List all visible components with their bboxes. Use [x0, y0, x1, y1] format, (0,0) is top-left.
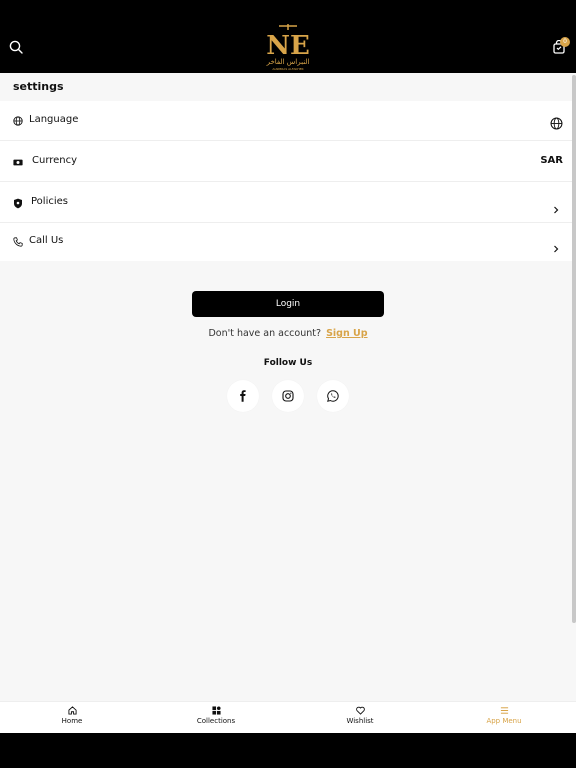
logo-arabic-text: النبراس الفاخر	[266, 58, 310, 66]
language-globe-icon	[550, 115, 563, 134]
nav-label: Collections	[196, 717, 236, 725]
settings-row-language[interactable]: Language	[0, 101, 576, 141]
svg-text:NE: NE	[266, 31, 310, 61]
search-button[interactable]	[8, 39, 24, 55]
chevron-right-icon	[552, 238, 560, 253]
home-icon	[67, 706, 77, 715]
nav-wishlist[interactable]: Wishlist	[320, 706, 400, 725]
signup-prompt: Don't have an account? Sign Up	[0, 328, 576, 339]
nav-collections[interactable]: Collections	[176, 706, 256, 725]
scrollbar[interactable]	[572, 75, 576, 623]
nav-label: App Menu	[486, 717, 522, 725]
logo-latin-text: ALNIBRAS ALFAKHER	[272, 67, 303, 71]
whatsapp-icon	[327, 390, 339, 402]
settings-row-label: Call Us	[29, 235, 64, 246]
cart-count-badge: 0	[560, 37, 570, 47]
settings-list: Language Currency SAR Policies Call Us	[0, 101, 576, 261]
money-icon	[13, 157, 23, 167]
search-icon	[9, 40, 23, 54]
no-account-text: Don't have an account?	[208, 328, 322, 339]
globe-icon	[13, 116, 23, 126]
settings-title: settings	[13, 80, 64, 93]
facebook-icon	[240, 390, 246, 402]
nav-label: Wishlist	[346, 717, 374, 725]
bottom-nav: Home Collections Wishlist App Menu	[0, 701, 576, 733]
chevron-right-icon	[552, 199, 560, 214]
brand-logo[interactable]: NE النبراس الفاخر ALNIBRAS ALFAKHER	[265, 22, 311, 72]
app-header: NE النبراس الفاخر ALNIBRAS ALFAKHER 0	[0, 0, 576, 73]
menu-icon	[500, 707, 508, 714]
settings-row-label: Language	[29, 114, 79, 125]
nav-app-menu[interactable]: App Menu	[464, 706, 544, 725]
follow-us-title: Follow Us	[263, 358, 313, 368]
signup-link[interactable]: Sign Up	[326, 328, 367, 339]
nav-label: Home	[61, 717, 83, 725]
shield-icon	[13, 198, 23, 208]
settings-row-currency[interactable]: Currency SAR	[0, 142, 576, 182]
login-button[interactable]: Login	[192, 291, 384, 317]
facebook-button[interactable]	[227, 380, 259, 412]
system-bar	[0, 733, 576, 768]
whatsapp-button[interactable]	[317, 380, 349, 412]
settings-row-label: Policies	[31, 196, 68, 207]
instagram-button[interactable]	[272, 380, 304, 412]
phone-icon	[13, 237, 23, 247]
currency-value: SAR	[540, 155, 563, 166]
settings-row-label: Currency	[32, 155, 78, 166]
settings-row-call-us[interactable]: Call Us	[0, 222, 576, 262]
settings-row-policies[interactable]: Policies	[0, 183, 576, 223]
nav-home[interactable]: Home	[32, 706, 112, 725]
heart-icon	[355, 706, 365, 715]
grid-icon	[211, 706, 221, 715]
instagram-icon	[282, 390, 294, 402]
